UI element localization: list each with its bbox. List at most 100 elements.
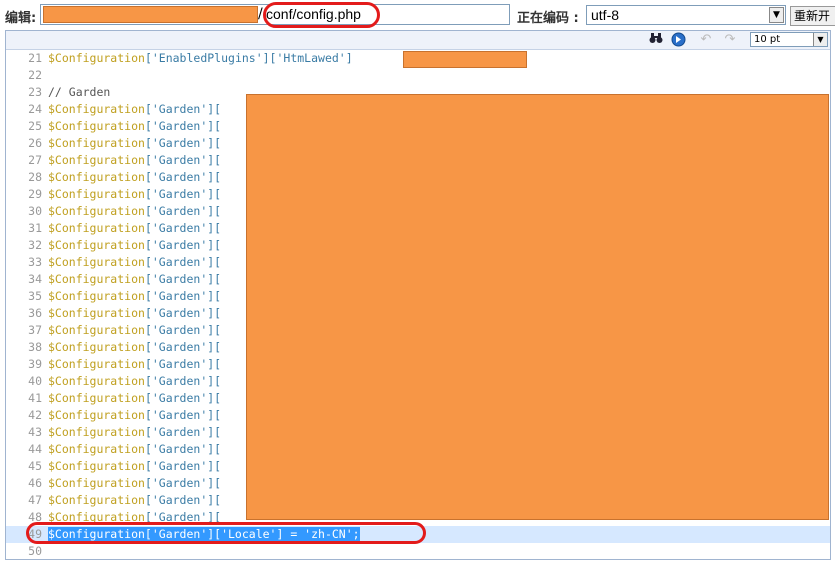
line-code: $Configuration['Garden'][ <box>48 271 221 288</box>
line-code: $Configuration['EnabledPlugins']['HtmLaw… <box>48 50 353 67</box>
line-code: $Configuration['Garden'][ <box>48 407 221 424</box>
line-number: 39 <box>28 357 42 371</box>
chevron-down-icon[interactable]: ▼ <box>813 33 827 46</box>
encoding-label: 正在编码 : <box>517 11 579 26</box>
line-number: 34 <box>28 272 42 286</box>
line-number: 46 <box>28 476 42 490</box>
selection-highlight-circle <box>26 522 426 544</box>
string-token: ['Garden'][ <box>144 408 222 422</box>
line-code: $Configuration['Garden'][ <box>48 475 221 492</box>
line-code: $Configuration['Garden'][ <box>48 237 221 254</box>
font-size-value: 10 pt <box>754 34 781 45</box>
string-token: ['Garden'][ <box>144 323 222 337</box>
string-token: ['Garden'][ <box>144 374 222 388</box>
line-number: 23 <box>28 85 42 99</box>
string-token: ['EnabledPlugins']['HtmLawed'] <box>144 51 353 65</box>
string-token: ['Garden'][ <box>144 136 222 150</box>
variable-token: $Configuration <box>48 51 145 65</box>
string-token: ['Garden'][ <box>144 119 222 133</box>
variable-token: $Configuration <box>48 459 145 473</box>
string-token: ['Garden'][ <box>144 187 222 201</box>
variable-token: $Configuration <box>48 289 145 303</box>
undo-icon[interactable]: ↶ <box>698 32 714 48</box>
line-code: $Configuration['Garden'][ <box>48 101 221 118</box>
string-token: ['Garden'][ <box>144 255 222 269</box>
font-size-select[interactable]: 10 pt ▼ <box>750 32 828 47</box>
line-code: $Configuration['Garden'][ <box>48 203 221 220</box>
line-code: $Configuration['Garden'][ <box>48 390 221 407</box>
variable-token: $Configuration <box>48 374 145 388</box>
redo-icon[interactable]: ↷ <box>722 32 738 48</box>
line-code: $Configuration['Garden'][ <box>48 373 221 390</box>
variable-token: $Configuration <box>48 136 145 150</box>
string-token: ['Garden'][ <box>144 425 222 439</box>
string-token: ['Garden'][ <box>144 221 222 235</box>
line-number: 36 <box>28 306 42 320</box>
line-code: $Configuration['Garden'][ <box>48 322 221 339</box>
string-token: ['Garden'][ <box>144 289 222 303</box>
string-token: ['Garden'][ <box>144 442 222 456</box>
variable-token: $Configuration <box>48 102 145 116</box>
line-number: 30 <box>28 204 42 218</box>
comment-text: // Garden <box>48 85 111 99</box>
string-token: ['Garden'][ <box>144 493 222 507</box>
line-number: 24 <box>28 102 42 116</box>
line-number: 33 <box>28 255 42 269</box>
edit-label: 编辑: <box>5 11 37 26</box>
variable-token: $Configuration <box>48 204 145 218</box>
editor-toolbar: ↶ ↷ 10 pt ▼ <box>6 31 830 50</box>
variable-token: $Configuration <box>48 391 145 405</box>
variable-token: $Configuration <box>48 408 145 422</box>
line-number: 22 <box>28 68 42 82</box>
line-number: 29 <box>28 187 42 201</box>
line-code: $Configuration['Garden'][ <box>48 424 221 441</box>
variable-token: $Configuration <box>48 238 145 252</box>
top-toolbar: 编辑: / conf/config.php 正在编码 : utf-8 ▼ 重新开 <box>0 0 835 30</box>
line-code: $Configuration['Garden'][ <box>48 135 221 152</box>
line-code: $Configuration['Garden'][ <box>48 169 221 186</box>
goto-icon[interactable] <box>670 32 686 48</box>
variable-token: $Configuration <box>48 272 145 286</box>
line-number: 43 <box>28 425 42 439</box>
line-number: 44 <box>28 442 42 456</box>
chevron-down-icon[interactable]: ▼ <box>769 7 784 23</box>
line-number: 41 <box>28 391 42 405</box>
line-number: 27 <box>28 153 42 167</box>
line-code: $Configuration['Garden'][ <box>48 339 221 356</box>
line-number: 40 <box>28 374 42 388</box>
line-code: $Configuration['Garden'][ <box>48 186 221 203</box>
variable-token: $Configuration <box>48 425 145 439</box>
string-token: ['Garden'][ <box>144 357 222 371</box>
line-code: $Configuration['Garden'][ <box>48 492 221 509</box>
code-line[interactable]: 22 <box>6 67 830 84</box>
string-token: ['Garden'][ <box>144 476 222 490</box>
line-code: $Configuration['Garden'][ <box>48 305 221 322</box>
line-number: 35 <box>28 289 42 303</box>
string-token: ['Garden'][ <box>144 204 222 218</box>
line-number: 31 <box>28 221 42 235</box>
path-separator: / <box>258 6 263 22</box>
line-number: 50 <box>28 544 42 558</box>
line-code: $Configuration['Garden'][ <box>48 441 221 458</box>
line-code: $Configuration['Garden'][ <box>48 288 221 305</box>
variable-token: $Configuration <box>48 255 145 269</box>
variable-token: $Configuration <box>48 170 145 184</box>
line-number: 25 <box>28 119 42 133</box>
line-number: 21 <box>28 51 42 65</box>
code-line[interactable]: 50 <box>6 543 830 559</box>
variable-token: $Configuration <box>48 187 145 201</box>
redaction-box <box>403 51 527 68</box>
variable-token: $Configuration <box>48 340 145 354</box>
variable-token: $Configuration <box>48 306 145 320</box>
encoding-select[interactable]: utf-8 ▼ <box>586 5 786 25</box>
find-icon[interactable] <box>648 32 664 48</box>
path-highlight-circle <box>263 2 380 28</box>
line-code: $Configuration['Garden'][ <box>48 356 221 373</box>
line-code: $Configuration['Garden'][ <box>48 118 221 135</box>
redaction-box <box>246 94 829 520</box>
line-number: 45 <box>28 459 42 473</box>
string-token: ['Garden'][ <box>144 153 222 167</box>
string-token: ['Garden'][ <box>144 102 222 116</box>
reopen-button[interactable]: 重新开 <box>790 6 835 26</box>
line-number: 42 <box>28 408 42 422</box>
